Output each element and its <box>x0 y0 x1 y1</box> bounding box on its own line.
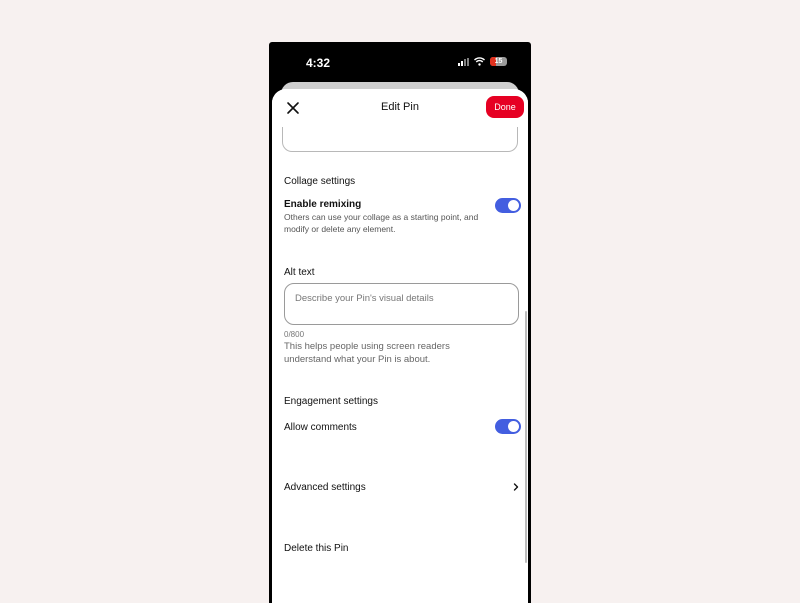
alt-text-placeholder: Describe your Pin's visual details <box>295 293 434 304</box>
enable-remixing-toggle[interactable] <box>495 198 521 213</box>
wifi-icon <box>474 57 485 66</box>
signal-icon <box>458 57 469 66</box>
engagement-settings-heading: Engagement settings <box>284 396 378 407</box>
toggle-knob <box>508 421 519 432</box>
alt-text-heading: Alt text <box>284 267 315 278</box>
allow-comments-toggle[interactable] <box>495 419 521 434</box>
advanced-settings-row[interactable]: Advanced settings <box>284 482 509 493</box>
enable-remixing-title: Enable remixing <box>284 199 362 210</box>
alt-text-counter: 0/800 <box>284 330 305 339</box>
chevron-right-icon[interactable] <box>512 483 520 491</box>
phone-frame: 4:32 15 Edit Pin Done Collage settings E… <box>269 42 531 603</box>
delete-pin-button[interactable]: Delete this Pin <box>284 543 348 554</box>
alt-text-helper: This helps people using screen readers u… <box>284 341 450 365</box>
enable-remixing-description: Others can use your collage as a startin… <box>284 212 479 234</box>
edit-pin-sheet: Edit Pin Done Collage settings Enable re… <box>272 89 528 603</box>
battery-level: 15 <box>494 58 503 65</box>
alt-text-input[interactable]: Describe your Pin's visual details <box>284 283 519 325</box>
collage-settings-heading: Collage settings <box>284 176 356 187</box>
done-button[interactable]: Done <box>486 96 524 118</box>
sheet-header: Edit Pin Done <box>272 89 528 127</box>
battery-icon: 15 <box>490 57 507 66</box>
allow-comments-title: Allow comments <box>284 422 357 433</box>
status-time: 4:32 <box>306 56 331 70</box>
scrollbar[interactable] <box>525 311 527 563</box>
toggle-knob <box>508 200 519 211</box>
status-icons: 15 <box>458 57 507 66</box>
